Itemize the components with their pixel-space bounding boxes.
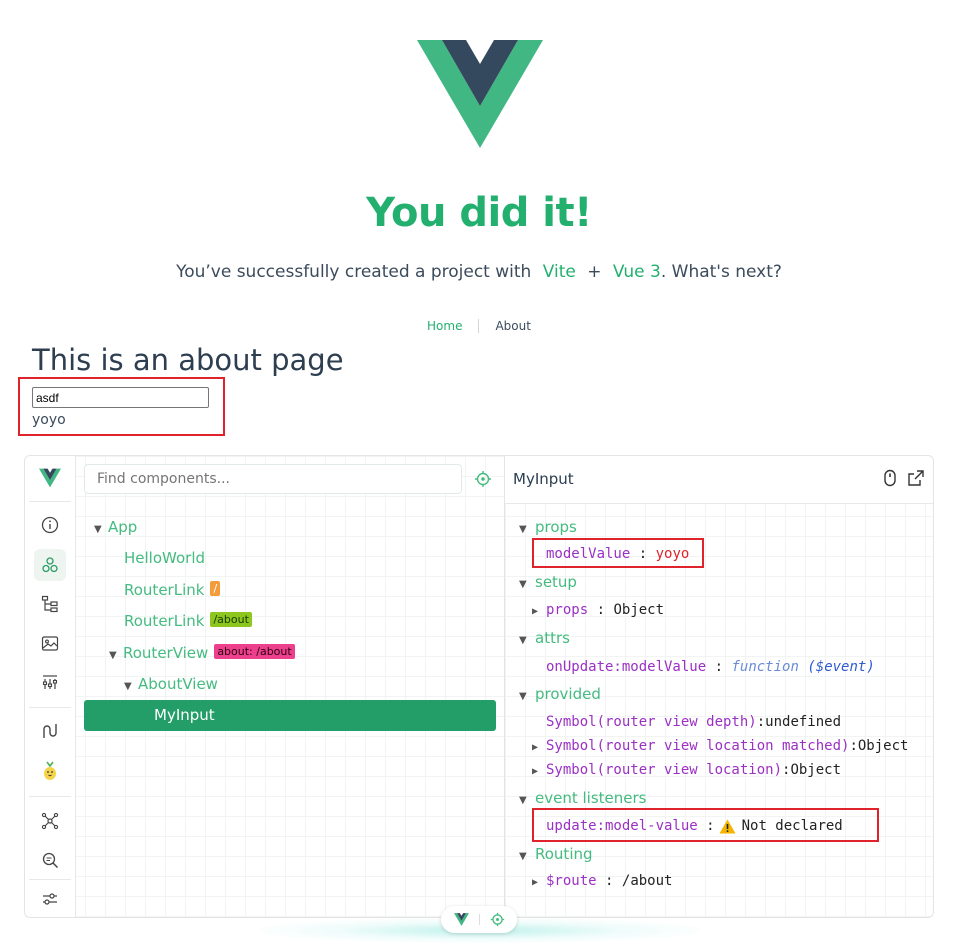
expand-arrow-icon[interactable]: ▶ bbox=[532, 873, 546, 893]
devtools-logo-icon[interactable] bbox=[34, 462, 66, 494]
nav-home-link[interactable]: Home bbox=[411, 319, 478, 333]
subtitle-suffix: . What's next? bbox=[660, 262, 782, 282]
provided-router-view-depth: Symbol(router view depth):undefined bbox=[546, 714, 842, 730]
tree-node-routerlink-home[interactable]: RouterLink / bbox=[124, 577, 221, 603]
vue3-link[interactable]: Vue 3 bbox=[613, 262, 661, 282]
devtools-sidebar bbox=[25, 456, 76, 917]
inspect-search-icon[interactable] bbox=[34, 844, 66, 876]
scroll-to-component-icon[interactable] bbox=[881, 469, 899, 487]
settings-sliders-icon[interactable] bbox=[34, 883, 66, 915]
routing-route[interactable]: ▶ $route : /about bbox=[532, 871, 672, 891]
section-routing[interactable]: ▼ Routing bbox=[519, 844, 593, 864]
tree-node-helloworld[interactable]: HelloWorld bbox=[124, 545, 205, 571]
subtitle-prefix: You’ve successfully created a project wi… bbox=[176, 262, 532, 282]
section-setup[interactable]: ▼ setup bbox=[519, 572, 577, 592]
expand-arrow-icon[interactable]: ▼ bbox=[94, 517, 108, 543]
sidebar-divider bbox=[29, 707, 71, 708]
expand-arrow-icon[interactable]: ▶ bbox=[532, 738, 546, 758]
prop-modelvalue: modelValue : yoyo bbox=[546, 546, 690, 562]
provided-router-view-location[interactable]: ▶ Symbol(router view location):Object bbox=[532, 760, 841, 780]
components-icon[interactable] bbox=[34, 549, 66, 581]
devtools-toggle-pill[interactable] bbox=[441, 906, 517, 933]
section-attrs[interactable]: ▼ attrs bbox=[519, 628, 570, 648]
collapse-arrow-icon: ▼ bbox=[519, 524, 527, 535]
collapse-arrow-icon: ▼ bbox=[519, 851, 527, 862]
hero-title: You did it! bbox=[366, 190, 592, 236]
hero-subtitle: You’ve successfully created a project wi… bbox=[0, 262, 958, 282]
route-tag: about: /about bbox=[214, 644, 295, 659]
section-event-listeners[interactable]: ▼ event listeners bbox=[519, 788, 646, 808]
event-update-model-value: update:model-value : Not declared bbox=[546, 818, 843, 834]
router-icon[interactable] bbox=[34, 715, 66, 747]
tree-node-routerview[interactable]: ▼ RouterView about: /about bbox=[109, 640, 295, 666]
component-tree-icon[interactable] bbox=[34, 588, 66, 620]
component-inspector-target-icon[interactable] bbox=[490, 912, 505, 927]
inspector-header: MyInput bbox=[505, 456, 933, 504]
tree-node-app[interactable]: ▼ App bbox=[94, 514, 137, 540]
section-props[interactable]: ▼ props bbox=[519, 517, 577, 537]
sidebar-divider bbox=[29, 796, 71, 797]
tree-node-myinput-selected[interactable]: MyInput bbox=[84, 700, 496, 731]
collapse-arrow-icon: ▼ bbox=[519, 579, 527, 590]
inspector-pane: MyInput ▼ props modelValue : yoyo ▼ setup … bbox=[505, 456, 933, 917]
info-icon[interactable] bbox=[34, 509, 66, 541]
expand-arrow-icon[interactable]: ▼ bbox=[124, 674, 138, 700]
find-components-input[interactable] bbox=[84, 464, 462, 494]
inspected-component-name: MyInput bbox=[513, 470, 574, 488]
route-tag: / bbox=[210, 581, 221, 596]
main-nav: Home About bbox=[0, 319, 958, 333]
tree-node-routerlink-about[interactable]: RouterLink/about bbox=[124, 608, 252, 634]
collapse-arrow-icon: ▼ bbox=[519, 635, 527, 646]
sidebar-divider bbox=[29, 501, 71, 502]
sidebar-divider bbox=[29, 879, 71, 880]
route-tag: /about bbox=[210, 612, 252, 627]
page-title: This is an about page bbox=[32, 343, 344, 377]
nav-about-link[interactable]: About bbox=[478, 319, 546, 333]
text-input[interactable] bbox=[32, 387, 209, 408]
collapse-arrow-icon: ▼ bbox=[519, 691, 527, 702]
plus-sign: + bbox=[587, 262, 602, 282]
setup-props[interactable]: ▶ props : Object bbox=[532, 600, 664, 620]
vite-link[interactable]: Vite bbox=[543, 262, 576, 282]
expand-arrow-icon[interactable]: ▶ bbox=[532, 602, 546, 622]
section-provided[interactable]: ▼ provided bbox=[519, 684, 601, 704]
expand-arrow-icon[interactable]: ▼ bbox=[109, 643, 123, 669]
vue-devtools-panel: ▼App HelloWorld RouterLink/ RouterLink/a… bbox=[24, 455, 934, 918]
provided-router-view-location-matched[interactable]: ▶ Symbol(router view location matched):Ob… bbox=[532, 736, 908, 756]
vue-logo bbox=[417, 40, 543, 148]
attr-onupdate-modelvalue: onUpdate:modelValue : function ($event) bbox=[546, 659, 875, 675]
assets-icon[interactable] bbox=[34, 627, 66, 659]
pill-divider bbox=[479, 914, 480, 925]
graph-icon[interactable] bbox=[34, 805, 66, 837]
component-tree-pane: ▼App HelloWorld RouterLink/ RouterLink/a… bbox=[76, 456, 505, 917]
tree-node-aboutview[interactable]: ▼ AboutView bbox=[124, 671, 218, 697]
vue-devtools-toggle-icon[interactable] bbox=[454, 913, 469, 926]
expand-arrow-icon[interactable]: ▶ bbox=[532, 762, 546, 782]
timeline-icon[interactable] bbox=[34, 666, 66, 698]
open-in-editor-icon[interactable] bbox=[907, 469, 925, 487]
warning-icon bbox=[719, 819, 736, 833]
output-text: yoyo bbox=[32, 412, 66, 428]
select-component-target-icon[interactable] bbox=[474, 470, 492, 488]
pinia-icon[interactable] bbox=[34, 755, 66, 787]
